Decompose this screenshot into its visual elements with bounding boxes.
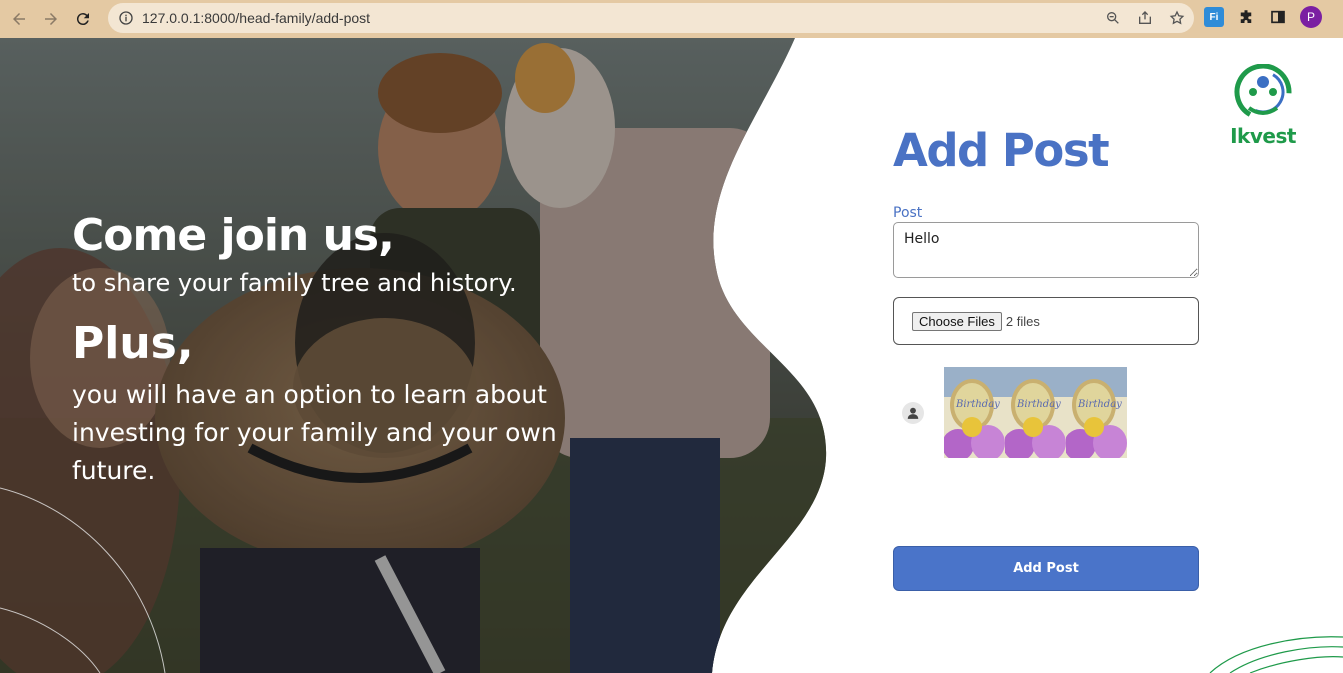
address-bar[interactable]: 127.0.0.1:8000/head-family/add-post	[108, 3, 1194, 33]
image-preview-row: Birthday Birthday Birthday	[902, 367, 1127, 458]
post-label: Post	[893, 205, 923, 221]
preview-image[interactable]: Birthday	[1005, 367, 1066, 458]
logo-emblem-icon	[1234, 63, 1292, 121]
url-text[interactable]: 127.0.0.1:8000/head-family/add-post	[142, 10, 370, 26]
browser-toolbar: 127.0.0.1:8000/head-family/add-post Fi P	[0, 0, 1343, 38]
logo-text: Ikvest	[1230, 124, 1296, 148]
extensions-puzzle-icon[interactable]	[1236, 7, 1256, 27]
hero-text-block: Come join us, to share your family tree …	[72, 210, 592, 490]
hero-heading-2: Plus,	[72, 318, 194, 369]
extension-fi-icon[interactable]: Fi	[1204, 7, 1224, 27]
add-post-button[interactable]: Add Post	[893, 546, 1199, 591]
forward-icon[interactable]	[38, 6, 64, 32]
ikvest-logo[interactable]: Ikvest	[1226, 63, 1300, 148]
back-icon[interactable]	[6, 6, 32, 32]
svg-text:Birthday: Birthday	[955, 399, 1000, 410]
file-count-text: 2 files	[1005, 313, 1040, 329]
svg-text:Birthday: Birthday	[1077, 399, 1122, 410]
user-icon	[902, 401, 924, 424]
preview-image[interactable]: Birthday	[944, 367, 1005, 458]
profile-avatar[interactable]: P	[1300, 6, 1322, 28]
decorative-arcs	[1209, 636, 1343, 673]
page-title: Add Post	[893, 124, 1110, 177]
choose-files-button[interactable]: Choose Files	[912, 311, 1002, 331]
site-info-icon[interactable]	[118, 10, 134, 26]
hero-subheading-2: you will have an option to learn about i…	[72, 380, 557, 485]
side-panel-icon[interactable]	[1268, 7, 1288, 27]
zoom-icon[interactable]	[1104, 9, 1122, 27]
preview-image[interactable]: Birthday	[1066, 367, 1127, 458]
svg-text:Birthday: Birthday	[1016, 399, 1061, 410]
share-icon[interactable]	[1136, 9, 1154, 27]
hero-subheading-1: to share your family tree and history.	[72, 269, 517, 297]
reload-icon[interactable]	[70, 6, 96, 32]
file-upload-field[interactable]: Choose Files 2 files	[893, 297, 1199, 345]
hero-panel: Come join us, to share your family tree …	[0, 38, 840, 673]
post-textarea[interactable]: Hello	[893, 222, 1199, 278]
hero-heading-1: Come join us,	[72, 210, 395, 261]
bookmark-star-icon[interactable]	[1168, 9, 1186, 27]
